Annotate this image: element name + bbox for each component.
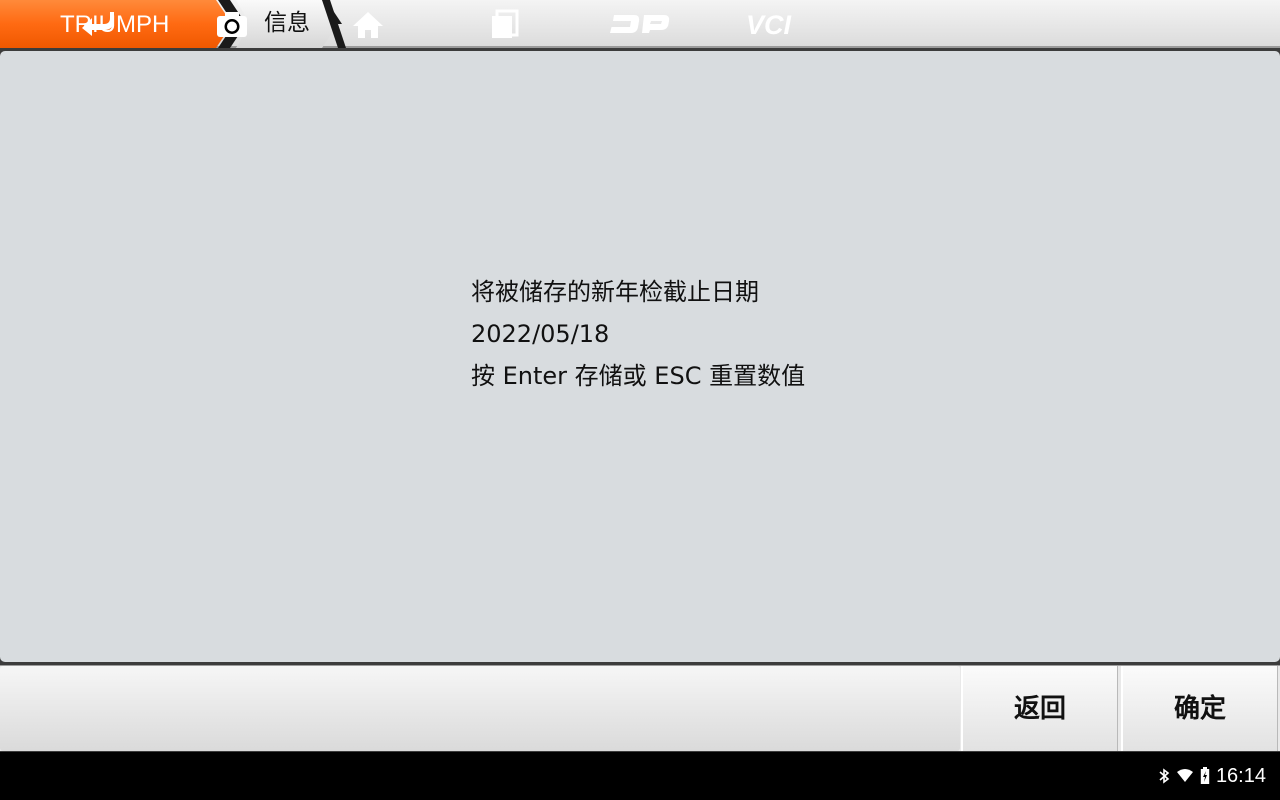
- dp-logo-icon[interactable]: [608, 8, 672, 40]
- wifi-icon: [1176, 769, 1193, 782]
- back-button[interactable]: 返回: [961, 666, 1118, 751]
- breadcrumb-brand[interactable]: TRIUMPH: [0, 0, 240, 48]
- status-clock: 16:14: [1215, 764, 1266, 787]
- message-line-title: 将被储存的新年检截止日期: [471, 278, 759, 306]
- bluetooth-icon: [1159, 768, 1170, 784]
- button-bar-spacer: [0, 666, 960, 751]
- battery-icon: [1200, 767, 1210, 784]
- breadcrumb-current[interactable]: 信息: [250, 0, 340, 48]
- message-line-date: 2022/05/18: [471, 320, 610, 348]
- button-bar: 返回 确定: [0, 665, 1280, 751]
- camera-icon[interactable]: [214, 8, 250, 40]
- vci-label: VCI: [746, 10, 792, 40]
- message-text: 将被储存的新年检截止日期 2022/05/18 按 Enter 存储或 ESC …: [471, 273, 805, 399]
- message-line-instruction: 按 Enter 存储或 ESC 重置数值: [471, 362, 806, 390]
- confirm-button[interactable]: 确定: [1121, 666, 1278, 751]
- navigation-bar: [0, 752, 1280, 800]
- home-icon[interactable]: [350, 8, 386, 40]
- recent-apps-icon[interactable]: [488, 8, 522, 40]
- back-icon[interactable]: [78, 8, 118, 40]
- vci-icon[interactable]: VCI: [744, 8, 810, 40]
- status-area: 16:14: [1158, 752, 1266, 800]
